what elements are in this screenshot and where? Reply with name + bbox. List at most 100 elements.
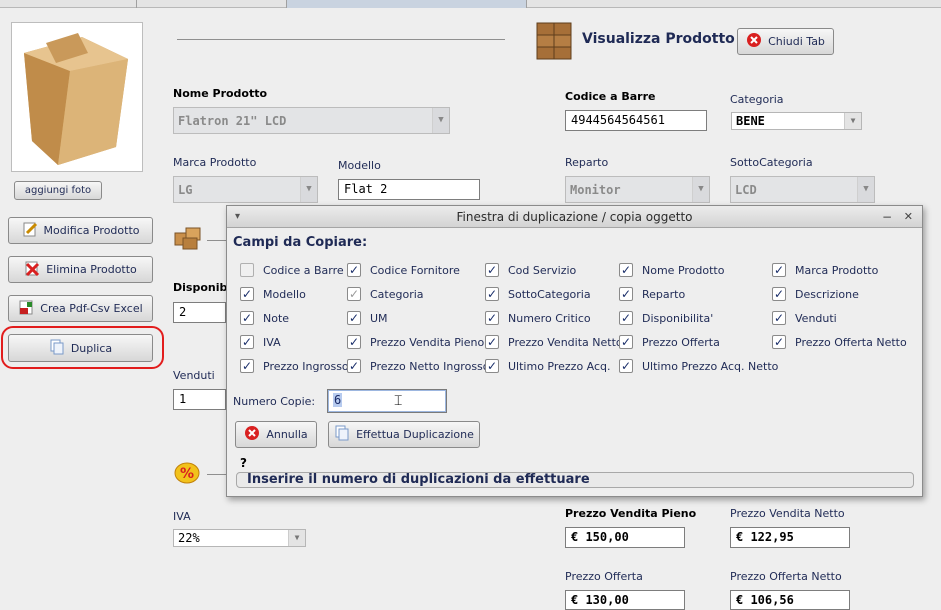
check-icon[interactable]: ✓ (485, 263, 499, 277)
prezzo-offerta-field[interactable]: € 130,00 (565, 590, 685, 610)
close-circle-icon (746, 32, 762, 51)
window-menu-icon[interactable]: ▾ (235, 206, 240, 228)
modello-label: Modello (338, 159, 381, 172)
annulla-button[interactable]: Annulla (235, 421, 317, 448)
checkbox-nome-prodotto[interactable]: ✓ Nome Prodotto (619, 263, 724, 277)
checkbox-cod-servizio[interactable]: ✓ Cod Servizio (485, 263, 576, 277)
check-icon[interactable]: ✓ (619, 311, 633, 325)
copy-icon (334, 425, 350, 444)
checkbox-prezzo-offerta-netto[interactable]: ✓ Prezzo Offerta Netto (772, 335, 907, 349)
check-icon[interactable]: ✓ (485, 359, 499, 373)
effettua-duplicazione-button[interactable]: Effettua Duplicazione (328, 421, 480, 448)
check-icon[interactable]: ✓ (772, 263, 786, 277)
categoria-select[interactable]: BENE ▼ (731, 112, 862, 130)
numero-copie-label: Numero Copie: (233, 395, 316, 408)
check-icon[interactable]: ✓ (240, 287, 254, 301)
checkbox-label: Marca Prodotto (795, 263, 879, 277)
checkbox-venduti[interactable]: ✓ Venduti (772, 311, 837, 325)
prezzo-offerta-netto-field[interactable]: € 106,56 (730, 590, 850, 610)
tab-1[interactable] (0, 0, 137, 8)
numero-copie-input[interactable]: 6 ⌶ (327, 389, 447, 413)
checkbox-codice-fornitore[interactable]: ✓ Codice Fornitore (347, 263, 460, 277)
checkbox-ultimo-prezzo-acq-netto[interactable]: ✓ Ultimo Prezzo Acq. Netto (619, 359, 778, 373)
checkbox-descrizione[interactable]: ✓ Descrizione (772, 287, 859, 301)
check-icon[interactable]: ✓ (485, 335, 499, 349)
disponibilita-label: Disponibi (173, 281, 232, 294)
sottocategoria-label: SottoCategoria (730, 156, 813, 169)
edit-icon (22, 221, 38, 240)
header-divider (177, 39, 505, 40)
checkbox-label: Prezzo Offerta (642, 335, 720, 349)
check-icon[interactable]: ✓ (347, 287, 361, 301)
crea-pdf-csv-button[interactable]: Crea Pdf-Csv Excel (8, 295, 153, 322)
check-icon[interactable]: ✓ (772, 287, 786, 301)
checkbox-label: Prezzo Vendita Pieno (370, 335, 485, 349)
checkbox-label: Descrizione (795, 287, 859, 301)
elimina-prodotto-button[interactable]: Elimina Prodotto (8, 256, 153, 283)
checkbox-ultimo-prezzo-acq[interactable]: ✓ Ultimo Prezzo Acq. (485, 359, 611, 373)
checkbox-prezzo-offerta[interactable]: ✓ Prezzo Offerta (619, 335, 720, 349)
check-icon[interactable]: ✓ (347, 359, 361, 373)
check-icon[interactable]: ✓ (619, 335, 633, 349)
check-icon[interactable]: ✓ (619, 263, 633, 277)
tab-2[interactable] (137, 0, 287, 8)
checkbox-reparto[interactable]: ✓ Reparto (619, 287, 685, 301)
reparto-combo: Monitor ▼ (565, 176, 710, 203)
delete-icon (24, 260, 40, 279)
dialog-titlebar[interactable]: ▾ Finestra di duplicazione / copia ogget… (227, 206, 922, 228)
check-icon[interactable]: ✓ (240, 335, 254, 349)
checkbox-label: Prezzo Ingrosso (263, 359, 349, 373)
check-icon[interactable]: ✓ (240, 311, 254, 325)
chiudi-tab-button[interactable]: Chiudi Tab (737, 28, 834, 55)
checkbox-label: IVA (263, 335, 281, 349)
check-icon[interactable]: ✓ (485, 287, 499, 301)
modifica-prodotto-label: Modifica Prodotto (43, 224, 140, 237)
checkbox-modello[interactable]: ✓ Modello (240, 287, 306, 301)
duplication-dialog: ▾ Finestra di duplicazione / copia ogget… (226, 205, 923, 497)
check-icon[interactable]: ✓ (347, 263, 361, 277)
effettua-duplicazione-label: Effettua Duplicazione (356, 428, 474, 441)
checkbox-prezzo-ingrosso[interactable]: ✓ Prezzo Ingrosso (240, 359, 349, 373)
check-icon[interactable]: ✓ (772, 311, 786, 325)
checkbox-label: Prezzo Offerta Netto (795, 335, 907, 349)
check-icon[interactable]: ✓ (347, 335, 361, 349)
checkbox-prezzo-vendita-netto[interactable]: ✓ Prezzo Vendita Netto (485, 335, 623, 349)
checkbox-iva[interactable]: ✓ IVA (240, 335, 281, 349)
checkbox-marca-prodotto[interactable]: ✓ Marca Prodotto (772, 263, 878, 277)
modifica-prodotto-button[interactable]: Modifica Prodotto (8, 217, 153, 244)
page-title: Visualizza Prodotto (582, 31, 735, 47)
modello-field[interactable]: Flat 2 (338, 179, 480, 200)
check-icon[interactable]: ✓ (619, 287, 633, 301)
checkbox-note[interactable]: ✓ Note (240, 311, 289, 325)
checkbox-codice-a-barre[interactable]: ✓ Codice a Barre (240, 263, 344, 277)
checkbox-disponibilita[interactable]: ✓ Disponibilita' (619, 311, 713, 325)
checkbox-label: Cod Servizio (508, 263, 577, 277)
checkbox-sottocategoria[interactable]: ✓ SottoCategoria (485, 287, 591, 301)
check-icon[interactable]: ✓ (772, 335, 786, 349)
add-photo-button[interactable]: aggiungi foto (14, 181, 102, 200)
codice-barre-field[interactable]: 4944564564561 (565, 110, 707, 131)
checkbox-label: UM (370, 311, 388, 325)
prezzo-vendita-pieno-label: Prezzo Vendita Pieno (565, 507, 697, 520)
iva-label: IVA (173, 510, 191, 523)
prezzo-vendita-netto-field[interactable]: € 122,95 (730, 527, 850, 548)
checkbox-numero-critico[interactable]: ✓ Numero Critico (485, 311, 591, 325)
check-icon[interactable]: ✓ (240, 359, 254, 373)
venduti-label: Venduti (173, 369, 215, 382)
checkbox-prezzo-vendita-pieno[interactable]: ✓ Prezzo Vendita Pieno (347, 335, 484, 349)
venduti-field[interactable]: 1 (173, 389, 226, 410)
close-icon[interactable]: ✕ (904, 206, 913, 228)
disponibilita-field[interactable]: 2 (173, 302, 226, 323)
checkbox-prezzo-netto-ingrosso[interactable]: ✓ Prezzo Netto Ingrosso (347, 359, 490, 373)
checkbox-um[interactable]: ✓ UM (347, 311, 388, 325)
check-icon[interactable]: ✓ (619, 359, 633, 373)
check-icon[interactable]: ✓ (240, 263, 254, 277)
checkbox-categoria[interactable]: ✓ Categoria (347, 287, 424, 301)
check-icon[interactable]: ✓ (485, 311, 499, 325)
tab-3-active[interactable] (287, 0, 527, 8)
prezzo-vendita-pieno-field[interactable]: € 150,00 (565, 527, 685, 548)
checkbox-label: Numero Critico (508, 311, 591, 325)
iva-select[interactable]: 22% ▼ (173, 529, 306, 547)
check-icon[interactable]: ✓ (347, 311, 361, 325)
minimize-icon[interactable]: − (882, 206, 892, 228)
